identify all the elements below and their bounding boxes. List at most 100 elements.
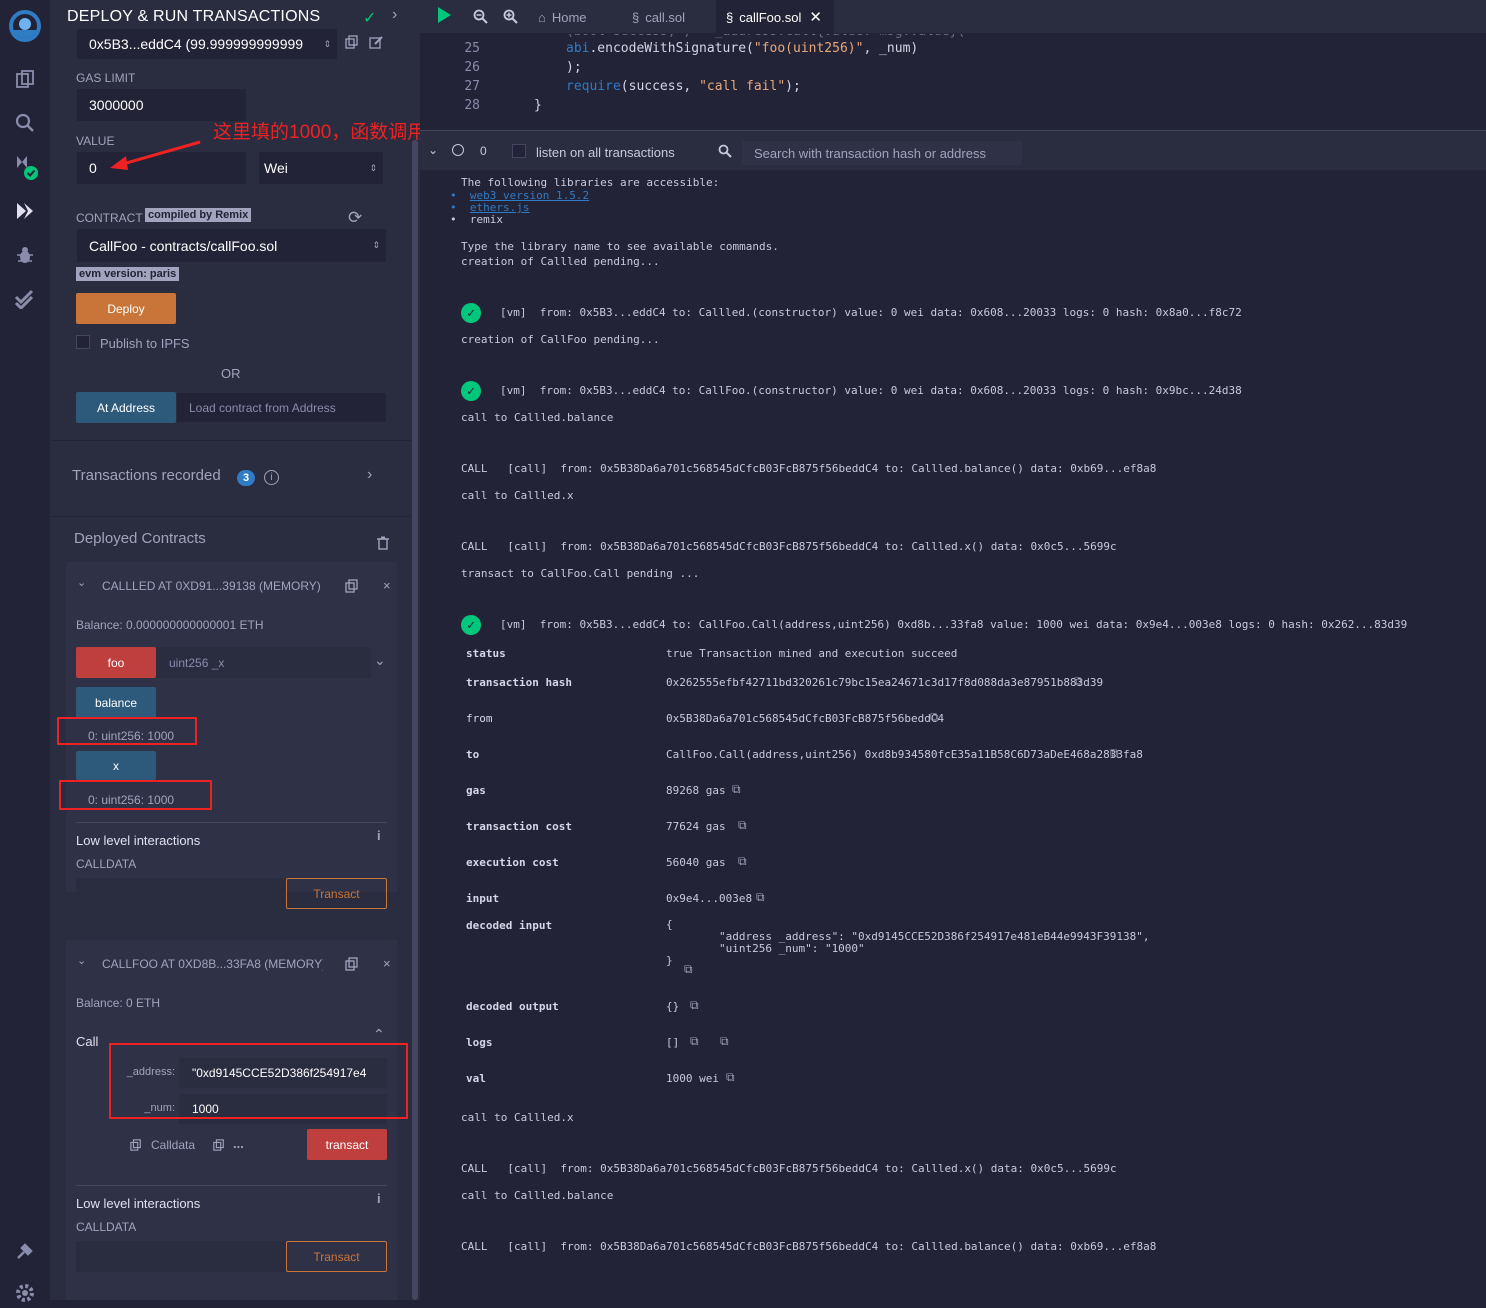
call-log-line[interactable]: CALL [call] from: 0x5B38Da6a701c568545dC… bbox=[461, 540, 1117, 553]
copy-icon[interactable]: ⧉ bbox=[1110, 746, 1119, 761]
contract-select[interactable]: CallFoo - contracts/callFoo.sol ⇕ bbox=[76, 228, 387, 263]
terminal-line: call to Callled.x bbox=[461, 489, 574, 502]
solidity-compiler-icon[interactable] bbox=[10, 152, 40, 182]
copy-icon[interactable]: ⧉ bbox=[1074, 674, 1083, 689]
copy-icon[interactable]: ⧉ bbox=[684, 962, 693, 977]
detail-value: 0x5B38Da6a701c568545dCfcB03FcB875f56bedd… bbox=[666, 712, 945, 725]
copy-icon[interactable]: ⧉ bbox=[738, 854, 747, 869]
foo-input[interactable]: uint256 _x bbox=[156, 647, 371, 678]
tab-callfoo-sol[interactable]: § callFoo.sol ✕ bbox=[716, 0, 834, 34]
chevron-up-icon[interactable]: ⌃ bbox=[373, 1026, 385, 1043]
calldata-input[interactable] bbox=[76, 1241, 286, 1272]
deploy-run-icon[interactable] bbox=[10, 196, 40, 226]
call-log-line[interactable]: CALL [call] from: 0x5B38Da6a701c568545dC… bbox=[461, 462, 1156, 475]
file-explorer-icon[interactable] bbox=[10, 64, 40, 94]
chevron-right-icon[interactable]: › bbox=[392, 6, 397, 24]
highlight-box bbox=[57, 717, 197, 745]
trash-icon[interactable] bbox=[377, 536, 389, 555]
close-tab-icon[interactable]: ✕ bbox=[809, 8, 822, 26]
deploy-button[interactable]: Deploy bbox=[76, 293, 176, 324]
copy-icon[interactable] bbox=[345, 957, 359, 976]
code-editor[interactable]: (bool success, ) = _address.call{value: … bbox=[420, 34, 1486, 130]
detail-key: from bbox=[466, 712, 493, 725]
zoom-out-icon[interactable] bbox=[473, 9, 488, 29]
more-label[interactable]: ... bbox=[233, 1136, 244, 1151]
chevron-down-icon[interactable]: ⌄ bbox=[77, 954, 86, 967]
select-arrows-icon: ⇕ bbox=[372, 240, 380, 250]
copy-icon[interactable] bbox=[345, 579, 359, 598]
debugger-icon[interactable] bbox=[10, 240, 40, 270]
chevron-down-icon[interactable]: ⌄ bbox=[374, 652, 386, 669]
account-select[interactable]: 0x5B3...eddC4 (99.999999999999 ⇕ bbox=[76, 28, 338, 60]
remix-logo-icon[interactable] bbox=[5, 8, 45, 44]
line-number: 27 bbox=[464, 79, 480, 94]
refresh-icon[interactable]: ⟳ bbox=[348, 208, 362, 228]
load-address-input[interactable]: Load contract from Address bbox=[176, 392, 387, 423]
tab-call-sol[interactable]: § call.sol bbox=[622, 0, 695, 34]
transact-button[interactable]: Transact bbox=[286, 1241, 387, 1272]
detail-key: transaction hash bbox=[466, 676, 572, 689]
zoom-in-icon[interactable] bbox=[503, 9, 518, 29]
info-icon[interactable]: i bbox=[264, 470, 279, 485]
detail-value: true Transaction mined and execution suc… bbox=[666, 647, 958, 660]
copy-icon[interactable]: ⧉ bbox=[756, 890, 765, 905]
close-icon[interactable]: × bbox=[383, 956, 391, 971]
value-unit-select[interactable]: Wei ⇕ bbox=[258, 151, 384, 185]
transact-button[interactable]: Transact bbox=[286, 878, 387, 909]
copy-icon[interactable] bbox=[130, 1138, 142, 1156]
plugin-manager-icon[interactable] bbox=[10, 1236, 40, 1266]
detail-key: decoded input bbox=[466, 919, 553, 932]
run-icon[interactable] bbox=[436, 6, 452, 29]
home-icon: ⌂ bbox=[538, 9, 546, 25]
publish-ipfs-checkbox[interactable] bbox=[76, 335, 90, 349]
highlight-box bbox=[59, 780, 212, 810]
chevron-right-icon[interactable]: › bbox=[367, 466, 372, 484]
panel-title: DEPLOY & RUN TRANSACTIONS bbox=[67, 8, 321, 25]
copy-icon[interactable]: ⧉ bbox=[720, 1034, 729, 1049]
chevron-down-icon[interactable]: ⌄ bbox=[77, 576, 86, 589]
tx-recorded-label[interactable]: Transactions recorded bbox=[72, 467, 221, 484]
tx-log-line[interactable]: [vm] from: 0x5B3...eddC4 to: CallFoo.Cal… bbox=[500, 618, 1407, 631]
call-log-line[interactable]: CALL [call] from: 0x5B38Da6a701c568545dC… bbox=[461, 1162, 1117, 1175]
settings-gear-icon[interactable] bbox=[10, 1278, 40, 1308]
double-check-icon[interactable] bbox=[10, 284, 40, 314]
code-line: require(success, "call fail"); bbox=[566, 79, 801, 94]
copy-icon[interactable] bbox=[213, 1138, 225, 1156]
calldata-input[interactable] bbox=[76, 878, 286, 909]
detail-value: 0x9e4...003e8 bbox=[666, 892, 753, 905]
copy-icon[interactable]: ⧉ bbox=[738, 818, 747, 833]
panel-scrollbar[interactable] bbox=[412, 140, 418, 1300]
copy-icon[interactable]: ⧉ bbox=[690, 998, 699, 1013]
copy-icon[interactable]: ⧉ bbox=[690, 1034, 699, 1049]
x-button[interactable]: x bbox=[76, 751, 156, 780]
divider bbox=[76, 1185, 387, 1186]
tx-search-input[interactable]: Search with transaction hash or address bbox=[741, 140, 1023, 166]
success-check-icon: ✓ bbox=[461, 381, 481, 401]
close-icon[interactable]: × bbox=[383, 578, 391, 593]
call-transact-button[interactable]: transact bbox=[307, 1129, 387, 1160]
call-log-line[interactable]: CALL [call] from: 0x5B38Da6a701c568545dC… bbox=[461, 1240, 1156, 1253]
calldata-copy-label[interactable]: Calldata bbox=[151, 1138, 195, 1152]
foo-button[interactable]: foo bbox=[76, 647, 156, 678]
terminal-line: creation of CallFoo pending... bbox=[461, 333, 660, 346]
copy-icon[interactable] bbox=[345, 35, 359, 54]
terminal-line: call to Callled.balance bbox=[461, 1189, 614, 1202]
at-address-button[interactable]: At Address bbox=[76, 392, 176, 423]
copy-icon[interactable]: ⧉ bbox=[930, 710, 939, 725]
tab-home[interactable]: ⌂ Home bbox=[528, 0, 597, 34]
listen-label: listen on all transactions bbox=[536, 145, 675, 160]
listen-checkbox[interactable] bbox=[512, 144, 526, 158]
tx-log-line[interactable]: [vm] from: 0x5B3...eddC4 to: Callled.(co… bbox=[500, 306, 1242, 319]
info-icon[interactable]: i bbox=[377, 828, 381, 843]
search-icon[interactable] bbox=[10, 108, 40, 138]
tx-log-line[interactable]: [vm] from: 0x5B3...eddC4 to: CallFoo.(co… bbox=[500, 384, 1242, 397]
edit-icon[interactable] bbox=[369, 35, 383, 54]
detail-key: logs bbox=[466, 1036, 493, 1049]
detail-value: 77624 gas bbox=[666, 820, 726, 833]
clear-console-icon[interactable] bbox=[452, 144, 464, 156]
copy-icon[interactable]: ⧉ bbox=[732, 782, 741, 797]
info-icon[interactable]: i bbox=[377, 1191, 381, 1206]
collapse-icon[interactable]: ⌄ bbox=[428, 143, 438, 157]
copy-icon[interactable]: ⧉ bbox=[726, 1070, 735, 1085]
balance-button[interactable]: balance bbox=[76, 687, 156, 718]
